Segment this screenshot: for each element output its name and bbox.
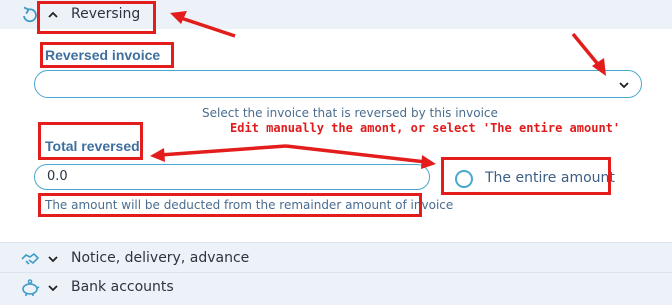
annotation-box-reversed-invoice <box>40 42 174 68</box>
annotation-box-help <box>38 193 422 217</box>
section-label-notice: Notice, delivery, advance <box>71 250 250 266</box>
total-reversed-input[interactable]: 0.0 <box>34 164 430 190</box>
arrow-to-total-reversed <box>159 144 287 157</box>
section-header-notice[interactable]: Notice, delivery, advance <box>0 242 672 272</box>
reversed-invoice-select[interactable] <box>34 70 642 98</box>
piggy-bank-icon <box>22 279 40 296</box>
arrow-to-entire-amount <box>285 144 427 164</box>
annotation-box-total-reversed <box>38 122 143 160</box>
section-label-bank: Bank accounts <box>71 279 174 295</box>
chevron-down-icon[interactable] <box>48 283 58 293</box>
chevron-down-icon[interactable] <box>619 81 629 89</box>
section-header-bank[interactable]: Bank accounts <box>0 272 672 305</box>
chevron-down-icon[interactable] <box>48 254 58 264</box>
handshake-icon <box>21 252 40 265</box>
annotation-box-reversing <box>37 1 156 34</box>
annotation-box-entire-amount <box>441 157 611 195</box>
reversed-invoice-help: Select the invoice that is reversed by t… <box>202 106 498 120</box>
arrow-to-dropdown <box>571 32 603 70</box>
annotation-text: Edit manually the amont, or select 'The … <box>230 121 621 135</box>
